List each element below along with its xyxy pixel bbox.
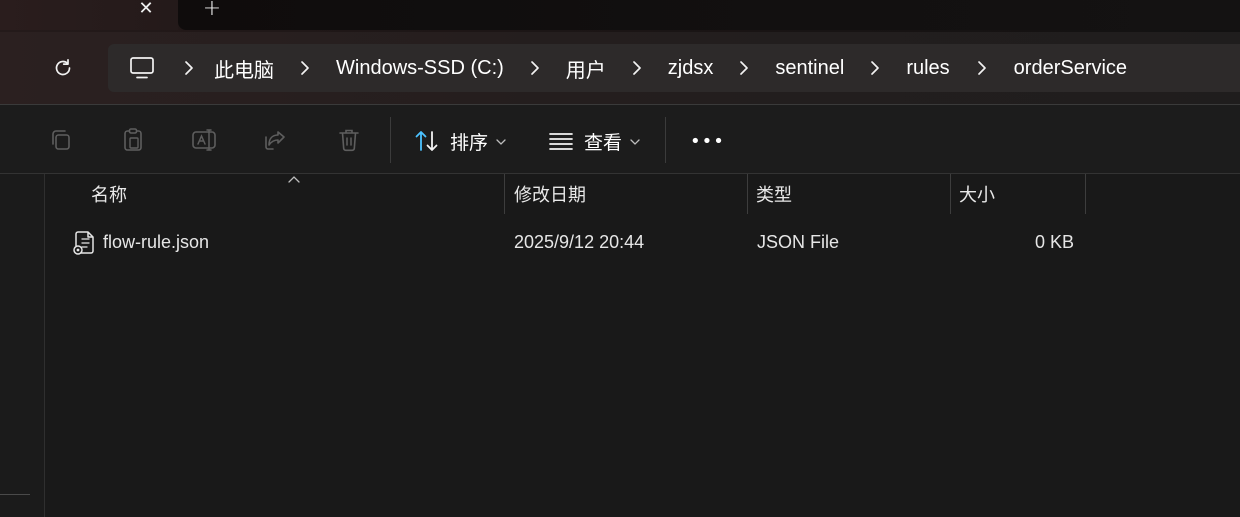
- copy-button[interactable]: [46, 125, 76, 155]
- breadcrumb-rules[interactable]: rules: [906, 57, 949, 80]
- breadcrumb-user-folder[interactable]: zjdsx: [668, 57, 714, 80]
- file-size: 0 KB: [1034, 232, 1074, 252]
- chevron-down-icon: [630, 135, 640, 148]
- navigation-pane[interactable]: [0, 174, 45, 517]
- close-tab-button[interactable]: ✕: [132, 0, 160, 20]
- monitor-icon: [130, 57, 154, 79]
- toolbar-divider: [665, 117, 666, 163]
- column-divider[interactable]: [747, 174, 748, 214]
- new-tab-button[interactable]: +: [198, 0, 226, 21]
- sort-ascending-icon: [288, 172, 300, 186]
- rename-icon: [192, 129, 216, 151]
- sort-label: 排序: [450, 131, 489, 154]
- column-modified-label: 修改日期: [514, 185, 586, 206]
- view-label: 查看: [584, 131, 623, 154]
- column-header-size[interactable]: 大小: [959, 174, 995, 214]
- clipboard-icon: [124, 128, 142, 151]
- toolbar-divider: [390, 117, 391, 163]
- this-pc-icon[interactable]: [120, 56, 164, 80]
- file-modified: 2025/9/12 20:44: [514, 232, 645, 252]
- breadcrumb-users[interactable]: 用户: [566, 54, 606, 83]
- column-size-label: 大小: [959, 185, 995, 206]
- breadcrumb-sentinel[interactable]: sentinel: [775, 57, 844, 80]
- paste-button[interactable]: [118, 125, 148, 155]
- view-button[interactable]: 查看: [548, 127, 640, 155]
- column-divider[interactable]: [504, 174, 505, 214]
- file-name[interactable]: flow-rule.json: [103, 232, 209, 253]
- address-bar[interactable]: 此电脑 Windows-SSD (C:) 用户 zjdsx sentinel r…: [108, 44, 1240, 92]
- column-name-label: 名称: [91, 185, 127, 206]
- column-header-name[interactable]: 名称: [91, 174, 127, 214]
- column-type-label: 类型: [756, 185, 792, 206]
- chevron-right-icon[interactable]: [504, 60, 566, 76]
- more-options-button[interactable]: •••: [690, 127, 725, 155]
- delete-button[interactable]: [334, 125, 364, 155]
- copy-icon: [52, 130, 70, 150]
- breadcrumb-order-service[interactable]: orderService: [1014, 57, 1127, 80]
- chevron-right-icon[interactable]: [844, 60, 906, 76]
- chevron-right-icon[interactable]: [274, 60, 336, 76]
- chevron-right-icon[interactable]: [950, 60, 1014, 76]
- refresh-button[interactable]: [46, 54, 80, 82]
- breadcrumb-drive-c[interactable]: Windows-SSD (C:): [336, 57, 504, 80]
- tab-strip-empty: [178, 0, 1240, 30]
- chevron-right-icon[interactable]: [713, 60, 775, 76]
- column-header-modified[interactable]: 修改日期: [514, 174, 586, 214]
- command-bar: 排序 查看 •••: [0, 105, 1240, 174]
- column-divider[interactable]: [1085, 174, 1086, 214]
- list-view-icon: [549, 133, 573, 150]
- title-bar: ✕ +: [0, 0, 1240, 32]
- sort-button[interactable]: 排序: [414, 127, 506, 155]
- close-icon: ✕: [138, 0, 154, 19]
- address-row: 此电脑 Windows-SSD (C:) 用户 zjdsx sentinel r…: [0, 32, 1240, 105]
- nav-divider: [0, 494, 30, 495]
- trash-icon: [339, 129, 359, 152]
- chevron-down-icon: [496, 135, 506, 148]
- rename-button[interactable]: [190, 125, 220, 155]
- column-divider[interactable]: [950, 174, 951, 214]
- share-icon: [265, 131, 285, 150]
- breadcrumb-this-pc[interactable]: 此电脑: [214, 54, 274, 83]
- chevron-right-icon[interactable]: [606, 60, 668, 76]
- column-header-type[interactable]: 类型: [756, 174, 792, 214]
- file-type: JSON File: [757, 232, 840, 252]
- refresh-icon: [55, 58, 71, 76]
- file-list[interactable]: 名称 修改日期 类型 大小 flow-rule.json 2025/9/12 2…: [45, 174, 1240, 517]
- json-file-icon: [72, 230, 96, 260]
- sort-icon: [415, 131, 438, 151]
- share-button[interactable]: [262, 125, 292, 155]
- plus-icon: +: [202, 0, 222, 21]
- chevron-right-icon[interactable]: [164, 60, 214, 76]
- active-tab[interactable]: ✕: [0, 0, 178, 30]
- more-icon: •••: [690, 130, 725, 152]
